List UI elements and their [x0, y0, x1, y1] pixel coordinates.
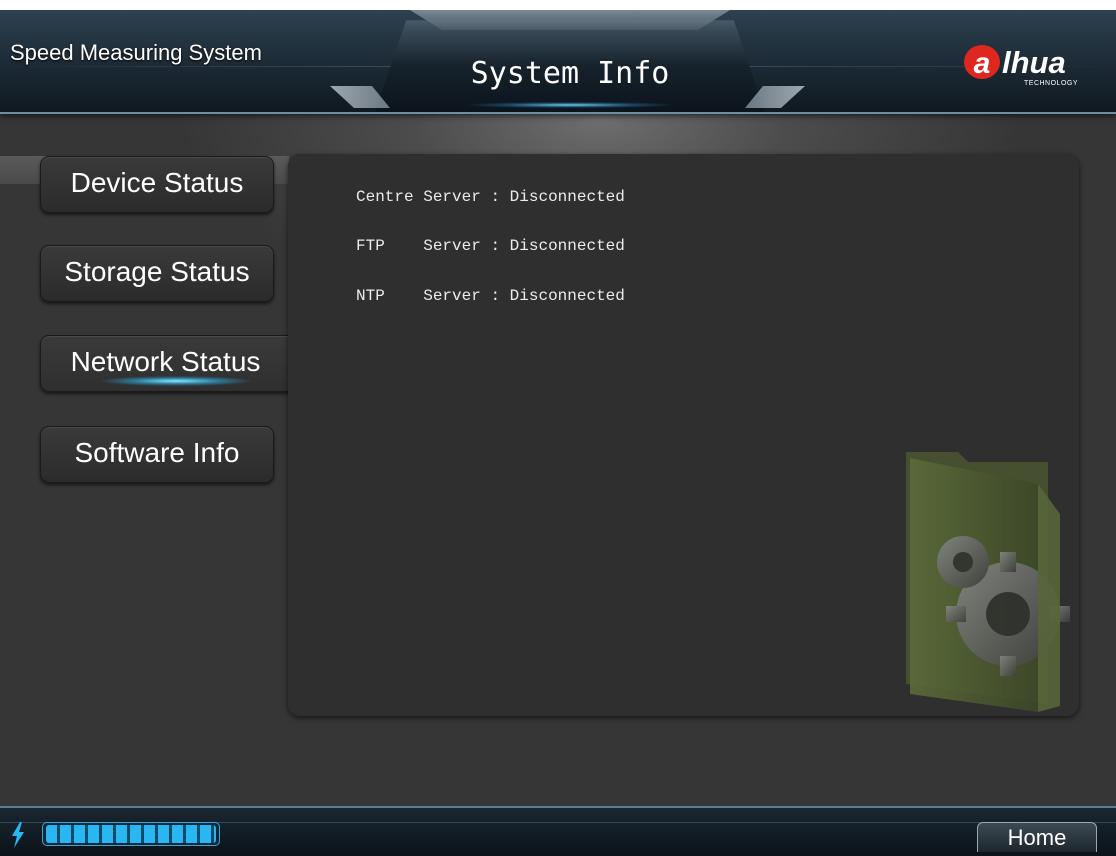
- sidebar-item-device-status[interactable]: Device Status: [40, 156, 274, 213]
- status-row-name: Centre Server: [356, 188, 481, 206]
- sidebar-item-software-info[interactable]: Software Info: [40, 426, 274, 483]
- header-bar: Speed Measuring System System Info a lhu…: [0, 10, 1116, 114]
- brand-logo-subtitle: TECHNOLOGY: [1024, 80, 1079, 87]
- title-glow: [470, 102, 670, 108]
- page-title: System Info: [470, 56, 670, 91]
- sidebar-item-storage-status[interactable]: Storage Status: [40, 245, 274, 302]
- status-footer: Home: [0, 806, 1116, 856]
- app-title: Speed Measuring System: [10, 40, 262, 65]
- activity-progress-bar: [42, 822, 220, 846]
- status-row-separator: :: [490, 237, 501, 255]
- sidebar-item-label: Network Status: [70, 346, 261, 377]
- status-row-value: Disconnected: [509, 188, 625, 206]
- brand-logo: a lhua TECHNOLOGY: [962, 40, 1102, 96]
- status-row-ntp-server: NTP Server : Disconnected: [356, 287, 625, 305]
- svg-text:lhua: lhua: [1002, 45, 1066, 80]
- brand-logo-mark: a lhua: [964, 45, 1066, 80]
- status-row-name: FTP Server: [356, 237, 481, 255]
- status-row-separator: :: [490, 287, 501, 305]
- svg-text:a: a: [974, 47, 991, 80]
- status-row-value: Disconnected: [509, 287, 625, 305]
- lightning-icon: [12, 822, 24, 848]
- sidebar-item-label: Device Status: [70, 167, 244, 198]
- folder-gear-icon: [906, 452, 1070, 712]
- sidebar-item-label: Storage Status: [64, 256, 250, 287]
- status-row-ftp-server: FTP Server : Disconnected: [356, 237, 625, 255]
- sidebar-item-label: Software Info: [74, 437, 240, 468]
- home-button[interactable]: Home: [977, 822, 1097, 852]
- title-tab-decoration: [410, 10, 730, 30]
- active-indicator-glow: [101, 376, 251, 386]
- status-row-centre-server: Centre Server : Disconnected: [356, 188, 625, 206]
- progress-fill: [46, 825, 216, 843]
- network-status-panel: Centre Server : Disconnected FTP Server …: [288, 154, 1079, 716]
- app-window: Speed Measuring System System Info a lhu…: [0, 10, 1116, 856]
- status-row-value: Disconnected: [509, 237, 625, 255]
- status-row-name: NTP Server: [356, 287, 481, 305]
- status-row-separator: :: [490, 188, 501, 206]
- sidebar-item-network-status[interactable]: Network Status: [40, 335, 290, 392]
